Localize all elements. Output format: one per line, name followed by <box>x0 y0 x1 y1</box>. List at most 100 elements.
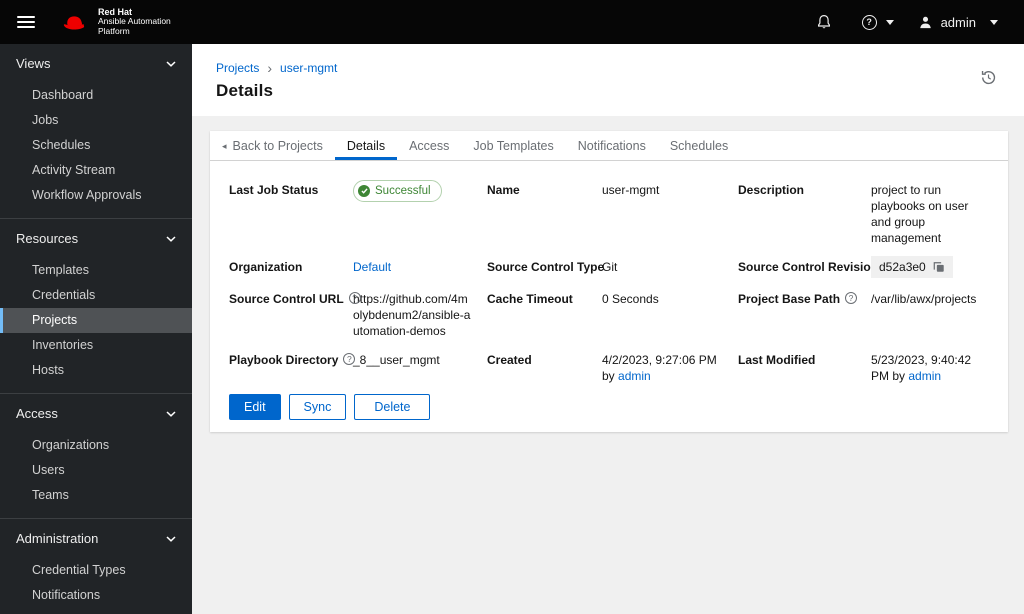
sidebar-section-views-toggle[interactable]: Views <box>0 57 192 71</box>
copy-icon <box>933 262 944 272</box>
revision-chip: d52a3e0 <box>871 256 953 278</box>
edit-button[interactable]: Edit <box>229 394 281 420</box>
sidebar-item-notifications[interactable]: Notifications <box>0 583 192 608</box>
chevron-down-icon <box>166 411 176 417</box>
field-label-source-control-revision: Source Control Revision <box>738 260 879 274</box>
bell-icon <box>817 14 830 29</box>
field-label-created: Created <box>487 353 532 367</box>
details-grid: Last Job Status Successful Name user-mgm… <box>229 180 989 384</box>
field-value-created: 4/2/2023, 9:27:06 PM by admin <box>602 352 738 384</box>
field-label-text: Project Base Path <box>738 292 841 306</box>
revision-value: d52a3e0 <box>879 260 926 274</box>
brand-logo: Red Hat Ansible Automation Platform <box>62 7 171 37</box>
activity-stream-history-button[interactable] <box>980 69 997 89</box>
created-by-user-link[interactable]: admin <box>618 369 651 383</box>
chevron-right-icon: › <box>267 60 273 76</box>
field-label-last-modified: Last Modified <box>738 353 816 367</box>
organization-link[interactable]: Default <box>353 260 391 274</box>
delete-button[interactable]: Delete <box>354 394 431 420</box>
history-icon <box>981 71 996 85</box>
sidebar-item-management-jobs[interactable]: Management Jobs <box>0 608 192 614</box>
action-buttons: Edit Sync Delete <box>229 394 989 420</box>
field-value-source-control-url: https://github.com/4molybdenum2/ansible-… <box>353 292 471 338</box>
chevron-down-icon <box>166 61 176 67</box>
page-header: Projects › user-mgmt Details <box>192 44 1024 116</box>
sidebar-item-activity-stream[interactable]: Activity Stream <box>0 158 192 183</box>
breadcrumb-user-mgmt-link[interactable]: user-mgmt <box>280 61 337 75</box>
field-label-text: Playbook Directory <box>229 353 339 367</box>
section-title: Administration <box>16 531 99 546</box>
page-title: Details <box>216 81 274 100</box>
field-value-description: project to run playbooks on user and gro… <box>871 183 969 245</box>
username-label: admin <box>940 14 976 30</box>
tab-details[interactable]: Details <box>334 131 398 160</box>
sidebar-item-schedules[interactable]: Schedules <box>0 133 192 158</box>
field-value-last-modified: 5/23/2023, 9:40:42 PM by admin <box>871 352 989 384</box>
tab-notifications[interactable]: Notifications <box>566 131 658 160</box>
sidebar-section-access: Access Organizations Users Teams <box>0 393 192 518</box>
chevron-down-icon <box>885 19 894 25</box>
details-panel: Last Job Status Successful Name user-mgm… <box>210 161 1008 432</box>
sidebar-item-templates[interactable]: Templates <box>0 258 192 283</box>
project-details-card: ◂ Back to Projects Details Access Job Te… <box>210 131 1008 432</box>
field-label-cache-timeout: Cache Timeout <box>487 292 573 306</box>
sidebar-item-teams[interactable]: Teams <box>0 483 192 508</box>
user-icon <box>919 16 931 28</box>
field-value-source-control-type: Git <box>602 260 618 274</box>
field-value-source-control-revision: d52a3e0 <box>871 256 989 278</box>
sync-button[interactable]: Sync <box>288 394 347 420</box>
field-value-playbook-directory: _8__user_mgmt <box>353 353 440 367</box>
tab-schedules[interactable]: Schedules <box>658 131 740 160</box>
field-label-playbook-directory: Playbook Directory? <box>229 352 356 384</box>
tab-label: Schedules <box>669 139 729 153</box>
field-label-project-base-path: Project Base Path? <box>738 291 871 339</box>
help-menu-button[interactable]: ? <box>861 14 894 30</box>
sidebar-item-users[interactable]: Users <box>0 458 192 483</box>
section-title: Views <box>16 56 51 71</box>
main-content: Projects › user-mgmt Details ◂ Back to P… <box>192 44 1024 614</box>
sidebar-item-projects[interactable]: Projects <box>0 308 192 333</box>
tab-job-templates[interactable]: Job Templates <box>461 131 565 160</box>
tab-label: Notifications <box>577 139 646 153</box>
sidebar-section-resources: Resources Templates Credentials Projects… <box>0 218 192 393</box>
sidebar-section-resources-toggle[interactable]: Resources <box>0 232 192 246</box>
user-menu-button[interactable]: admin <box>918 15 998 30</box>
status-badge[interactable]: Successful <box>353 180 442 202</box>
sidebar-item-hosts[interactable]: Hosts <box>0 358 192 383</box>
sidebar-section-access-toggle[interactable]: Access <box>0 407 192 421</box>
chevron-down-icon <box>990 19 998 25</box>
nav-toggle-icon[interactable] <box>17 13 35 31</box>
breadcrumb-projects-link[interactable]: Projects <box>216 61 259 75</box>
red-hat-fedora-icon <box>63 16 85 30</box>
copy-button[interactable] <box>933 261 945 273</box>
field-value-cache-timeout: 0 Seconds <box>602 292 659 306</box>
tab-back-to-projects[interactable]: ◂ Back to Projects <box>210 131 335 160</box>
field-value-organization: Default <box>353 259 487 278</box>
field-label-description: Description <box>738 183 805 197</box>
sidebar-item-dashboard[interactable]: Dashboard <box>0 83 192 108</box>
sidebar-item-jobs[interactable]: Jobs <box>0 108 192 133</box>
help-icon: ? <box>861 14 877 30</box>
tab-access[interactable]: Access <box>397 131 461 160</box>
sidebar-item-credential-types[interactable]: Credential Types <box>0 558 192 583</box>
sidebar-item-workflow-approvals[interactable]: Workflow Approvals <box>0 183 192 208</box>
brand-line3: Platform <box>98 25 130 36</box>
sidebar-section-administration-toggle[interactable]: Administration <box>0 532 192 546</box>
chevron-down-icon <box>166 536 176 542</box>
sidebar-item-inventories[interactable]: Inventories <box>0 333 192 358</box>
check-circle-icon <box>358 185 370 197</box>
tab-bar: ◂ Back to Projects Details Access Job Te… <box>210 131 1008 161</box>
sidebar-item-organizations[interactable]: Organizations <box>0 433 192 458</box>
breadcrumb: Projects › user-mgmt <box>216 61 1000 75</box>
notifications-bell-button[interactable] <box>816 14 832 30</box>
help-icon[interactable]: ? <box>348 292 361 304</box>
status-badge-label: Successful <box>375 185 431 197</box>
modified-by-user-link[interactable]: admin <box>908 369 941 383</box>
sidebar-item-credentials[interactable]: Credentials <box>0 283 192 308</box>
caret-left-icon: ◂ <box>222 140 227 151</box>
help-icon[interactable]: ? <box>845 292 858 304</box>
masthead-toolbar: ? admin <box>816 14 998 30</box>
section-title: Access <box>16 406 58 421</box>
brand-title: Red Hat Ansible Automation Platform <box>98 7 171 37</box>
sidebar-nav: Views Dashboard Jobs Schedules Activity … <box>0 44 192 614</box>
